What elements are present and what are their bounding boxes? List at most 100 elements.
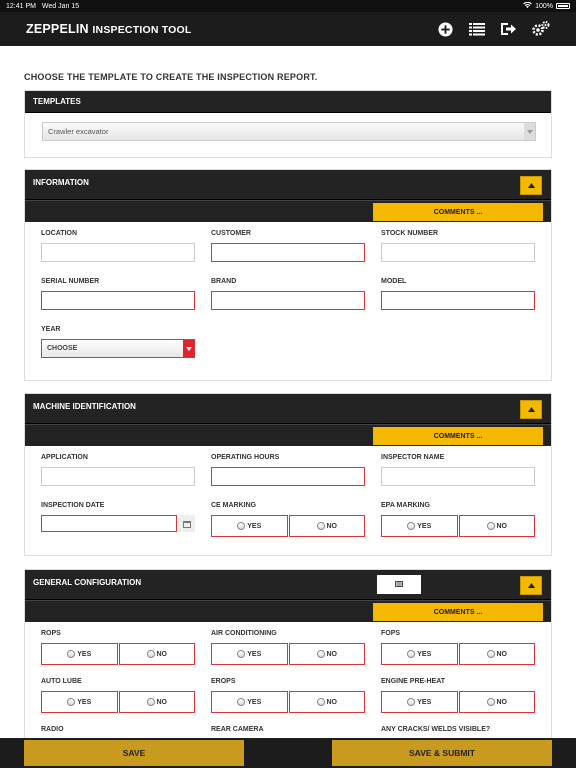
save-button[interactable]: SAVE: [24, 740, 244, 766]
settings-icon[interactable]: [532, 21, 550, 37]
no-label: NO: [496, 522, 508, 530]
customer-input[interactable]: [211, 243, 365, 262]
fops-label: FOPS: [381, 630, 401, 637]
inspector-name-label: INSPECTOR NAME: [381, 454, 445, 461]
ce-marking-label: CE MARKING: [211, 502, 257, 509]
erops-no[interactable]: NO: [288, 691, 365, 713]
air-conditioning-yes[interactable]: YES: [211, 643, 288, 665]
yes-label: YES: [77, 698, 92, 706]
radio-icon: [316, 650, 325, 658]
epa-marking-label: EPA MARKING: [381, 502, 430, 509]
dropdown-arrow-icon: [524, 123, 535, 140]
logout-icon[interactable]: [501, 22, 516, 36]
app-subtitle: INSPECTION TOOL: [92, 24, 192, 36]
air-conditioning-toggle: YES NO: [211, 643, 365, 665]
template-select[interactable]: Crawler excavator: [42, 122, 536, 141]
calendar-icon: [182, 515, 191, 533]
epa-marking-yes[interactable]: YES: [381, 515, 458, 537]
ce-marking-toggle: YES NO: [211, 515, 365, 537]
engine-preheat-label: ENGINE PRE-HEAT: [381, 678, 446, 685]
collapse-information-button[interactable]: [520, 176, 542, 195]
collapse-general-configuration-button[interactable]: [520, 576, 542, 595]
air-conditioning-label: AIR CONDITIONING: [211, 630, 277, 637]
epa-marking-no[interactable]: NO: [458, 515, 535, 537]
keyboard-icon: [395, 580, 403, 589]
no-label: NO: [326, 650, 338, 658]
engine-preheat-yes[interactable]: YES: [381, 691, 458, 713]
radio-icon: [486, 650, 495, 658]
rops-yes[interactable]: YES: [41, 643, 118, 665]
brand-name: ZEPPELIN: [26, 22, 89, 36]
radio-icon: [407, 650, 416, 658]
general-configuration-comments-button[interactable]: COMMENTS ...: [373, 603, 543, 621]
ce-marking-yes[interactable]: YES: [211, 515, 288, 537]
radio-icon: [237, 522, 246, 530]
erops-toggle: YES NO: [211, 691, 365, 713]
no-label: NO: [156, 650, 168, 658]
cracks-welds-label: ANY CRACKS/ WELDS VISIBLE?: [381, 726, 491, 733]
collapse-machine-identification-button[interactable]: [520, 400, 542, 419]
application-input[interactable]: [41, 467, 195, 486]
serial-number-label: SERIAL NUMBER: [41, 278, 100, 285]
brand-input[interactable]: [211, 291, 365, 310]
operating-hours-input[interactable]: [211, 467, 365, 486]
location-input[interactable]: [41, 243, 195, 262]
serial-number-input[interactable]: [41, 291, 195, 310]
battery-icon: [556, 3, 570, 9]
year-select[interactable]: CHOOSE: [41, 339, 195, 358]
no-label: NO: [326, 698, 338, 706]
radio-icon: [237, 698, 246, 706]
rear-camera-label: REAR CAMERA: [211, 726, 264, 733]
yes-label: YES: [247, 698, 262, 706]
radio-icon: [486, 698, 495, 706]
stock-number-input[interactable]: [381, 243, 535, 262]
model-input[interactable]: [381, 291, 535, 310]
keyboard-button[interactable]: [377, 575, 421, 594]
machine-identification-title: MACHINE IDENTIFICATION: [33, 402, 136, 411]
yes-label: YES: [247, 650, 262, 658]
calendar-button[interactable]: [178, 515, 195, 532]
app-title: ZEPPELIN INSPECTION TOOL: [26, 22, 192, 36]
information-comments-button[interactable]: COMMENTS ...: [373, 203, 543, 221]
inspection-date-input[interactable]: [41, 515, 177, 532]
radio-icon: [316, 522, 325, 530]
engine-preheat-toggle: YES NO: [381, 691, 535, 713]
ce-marking-no[interactable]: NO: [288, 515, 365, 537]
status-bar: 12:41 PM Wed Jan 15 100%: [0, 0, 576, 12]
auto-lube-toggle: YES NO: [41, 691, 195, 713]
templates-section: TEMPLATES Crawler excavator: [24, 90, 552, 158]
save-submit-button[interactable]: SAVE & SUBMIT: [332, 740, 552, 766]
fops-no[interactable]: NO: [458, 643, 535, 665]
status-time: 12:41 PM: [6, 2, 36, 10]
erops-yes[interactable]: YES: [211, 691, 288, 713]
wifi-icon: [523, 1, 532, 11]
information-subbar: COMMENTS ...: [25, 200, 551, 222]
auto-lube-no[interactable]: NO: [118, 691, 195, 713]
engine-preheat-no[interactable]: NO: [458, 691, 535, 713]
rops-no[interactable]: NO: [118, 643, 195, 665]
fops-toggle: YES NO: [381, 643, 535, 665]
rops-label: ROPS: [41, 630, 61, 637]
auto-lube-label: AUTO LUBE: [41, 678, 82, 685]
radio-icon: [67, 698, 76, 706]
general-configuration-title: GENERAL CONFIGURATION: [33, 578, 142, 587]
add-circle-icon[interactable]: [438, 21, 453, 37]
application-label: APPLICATION: [41, 454, 88, 461]
yes-label: YES: [417, 522, 432, 530]
air-conditioning-no[interactable]: NO: [288, 643, 365, 665]
inspection-date-label: INSPECTION DATE: [41, 502, 105, 509]
general-configuration-subbar: COMMENTS ...: [25, 600, 551, 622]
templates-title: TEMPLATES: [33, 97, 81, 106]
radio-icon: [407, 522, 416, 530]
auto-lube-yes[interactable]: YES: [41, 691, 118, 713]
list-icon[interactable]: [469, 22, 485, 36]
radio-icon: [146, 698, 155, 706]
radio-icon: [486, 522, 495, 530]
year-selected-value: CHOOSE: [47, 345, 78, 352]
machine-identification-comments-button[interactable]: COMMENTS ...: [373, 427, 543, 445]
radio-icon: [407, 698, 416, 706]
radio-icon: [146, 650, 155, 658]
radio-icon: [316, 698, 325, 706]
fops-yes[interactable]: YES: [381, 643, 458, 665]
inspector-name-input[interactable]: [381, 467, 535, 486]
